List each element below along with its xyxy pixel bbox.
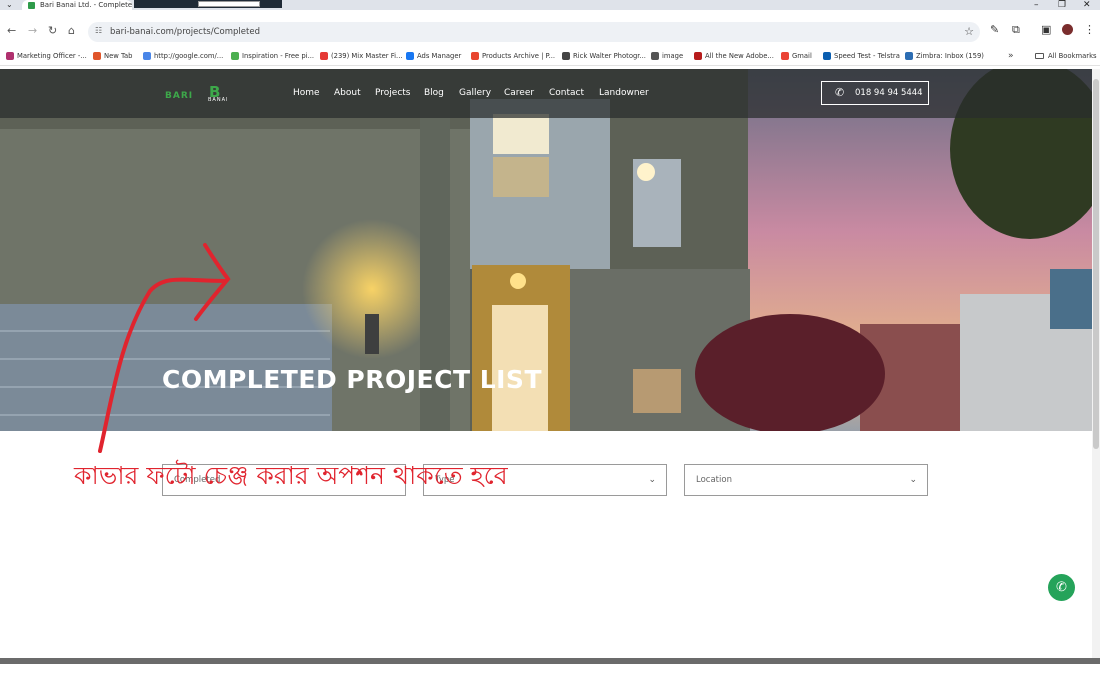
- bookmark-star-icon[interactable]: ☆: [964, 22, 974, 42]
- chevron-down-icon: ⌄: [909, 475, 917, 485]
- bookmark-label: Rick Walter Photogr...: [573, 52, 646, 60]
- bookmark-item[interactable]: image: [651, 50, 683, 62]
- bookmarks-bar: Marketing Officer -... New Tab http://goog…: [0, 47, 1100, 66]
- profile-avatar[interactable]: [1062, 24, 1073, 35]
- active-tab[interactable]: Bari Banai Ltd. - Completed Pr: [22, 0, 132, 10]
- bookmark-item[interactable]: Rick Walter Photogr...: [562, 50, 646, 62]
- bookmark-item[interactable]: http://google.com/...: [143, 50, 223, 62]
- site-navbar: BARI B BANAI Home About Projects Blog Ga…: [0, 69, 1092, 118]
- overlay-toolbar: [134, 0, 282, 8]
- page-scrollbar[interactable]: [1092, 69, 1100, 658]
- logo-subtext: BANAI: [208, 97, 229, 103]
- bookmark-item[interactable]: Speed Test - Telstra: [823, 50, 900, 62]
- bookmark-favicon-icon: [905, 52, 913, 60]
- bookmark-item[interactable]: Products Archive | P...: [471, 50, 555, 62]
- bookmark-label: (239) Mix Master Fi...: [331, 52, 403, 60]
- bookmark-label: Ads Manager: [417, 52, 462, 60]
- site-logo[interactable]: BARI B BANAI: [165, 83, 237, 103]
- logo-text: BARI: [165, 91, 194, 101]
- bookmark-item[interactable]: All the New Adobe...: [694, 50, 774, 62]
- home-icon[interactable]: ⌂: [68, 24, 75, 38]
- pen-extension-icon[interactable]: ✎: [990, 23, 999, 37]
- phone-button[interactable]: ✆ 018 94 94 5444: [821, 81, 929, 105]
- bookmark-item[interactable]: Gmail: [781, 50, 812, 62]
- all-bookmarks-button[interactable]: All Bookmarks: [1035, 50, 1097, 62]
- bookmark-item[interactable]: (239) Mix Master Fi...: [320, 50, 403, 62]
- bookmark-favicon-icon: [231, 52, 239, 60]
- overlay-input[interactable]: [198, 1, 260, 7]
- page-viewport: BARI B BANAI Home About Projects Blog Ga…: [0, 69, 1092, 658]
- bookmark-favicon-icon: [320, 52, 328, 60]
- bookmark-favicon-icon: [6, 52, 14, 60]
- restore-icon[interactable]: ❐: [1058, 0, 1066, 10]
- bookmark-item[interactable]: Inspiration - Free pi...: [231, 50, 314, 62]
- nav-career[interactable]: Career: [504, 86, 534, 100]
- nav-landowner[interactable]: Landowner: [599, 86, 649, 100]
- bookmark-favicon-icon: [93, 52, 101, 60]
- minimize-icon[interactable]: –: [1034, 0, 1039, 10]
- bookmark-favicon-icon: [823, 52, 831, 60]
- folder-icon: [1035, 53, 1044, 59]
- tab-title: Bari Banai Ltd. - Completed Pr: [40, 1, 132, 9]
- bookmark-item[interactable]: Ads Manager: [406, 50, 461, 62]
- address-bar-row: ← → ↻ ⌂ ☷ bari-banai.com/projects/Comple…: [0, 19, 1100, 45]
- reload-icon[interactable]: ↻: [48, 24, 57, 38]
- bookmark-label: All the New Adobe...: [705, 52, 774, 60]
- phone-icon: ✆: [835, 86, 845, 99]
- bookmark-label: Inspiration - Free pi...: [242, 52, 315, 60]
- side-panel-icon[interactable]: ▣: [1041, 23, 1051, 37]
- site-info-icon[interactable]: ☷: [95, 27, 103, 35]
- bookmark-favicon-icon: [143, 52, 151, 60]
- nav-projects[interactable]: Projects: [375, 86, 410, 100]
- location-select[interactable]: Location ⌄: [684, 464, 928, 496]
- bookmarks-more-icon[interactable]: »: [1008, 50, 1014, 62]
- url-text[interactable]: bari-banai.com/projects/Completed: [110, 22, 260, 42]
- tab-favicon-icon: [28, 2, 35, 9]
- phone-number: 018 94 94 5444: [855, 88, 923, 98]
- bookmark-label: New Tab: [104, 52, 133, 60]
- bookmark-item[interactable]: Marketing Officer -...: [6, 50, 87, 62]
- menu-kebab-icon[interactable]: ⋮: [1084, 23, 1095, 37]
- nav-home[interactable]: Home: [293, 86, 320, 100]
- bookmark-favicon-icon: [651, 52, 659, 60]
- nav-contact[interactable]: Contact: [549, 86, 584, 100]
- bookmark-favicon-icon: [694, 52, 702, 60]
- bookmark-favicon-icon: [781, 52, 789, 60]
- omnibox[interactable]: ☷ bari-banai.com/projects/Completed ☆: [88, 22, 980, 42]
- nav-about[interactable]: About: [334, 86, 361, 100]
- bookmark-label: http://google.com/...: [154, 52, 224, 60]
- annotation-note: কাভার ফটো চেঞ্জ করার অপশন থাকতে হবে: [74, 461, 508, 490]
- bookmark-label: Marketing Officer -...: [17, 52, 87, 60]
- nav-blog[interactable]: Blog: [424, 86, 444, 100]
- bookmark-item[interactable]: Zimbra: Inbox (159): [905, 50, 984, 62]
- nav-gallery[interactable]: Gallery: [459, 86, 491, 100]
- hero-banner: BARI B BANAI Home About Projects Blog Ga…: [0, 69, 1092, 431]
- bookmark-item[interactable]: New Tab: [93, 50, 133, 62]
- location-select-value: Location: [696, 475, 732, 485]
- extensions-icon[interactable]: ⧉: [1012, 23, 1020, 37]
- tab-strip: ⌄ Bari Banai Ltd. - Completed Pr – ❐ ✕: [0, 0, 1100, 10]
- all-bookmarks-label: All Bookmarks: [1048, 52, 1097, 60]
- bookmark-favicon-icon: [562, 52, 570, 60]
- chevron-down-icon: ⌄: [648, 475, 656, 485]
- scrollbar-thumb[interactable]: [1093, 79, 1099, 449]
- window-bottom-edge: [0, 658, 1100, 664]
- bookmark-label: Zimbra: Inbox (159): [916, 52, 984, 60]
- bookmark-label: Products Archive | P...: [482, 52, 556, 60]
- bookmark-favicon-icon: [471, 52, 479, 60]
- bookmark-label: Speed Test - Telstra: [834, 52, 900, 60]
- forward-icon[interactable]: →: [28, 24, 37, 38]
- back-icon[interactable]: ←: [7, 24, 16, 38]
- bookmark-favicon-icon: [406, 52, 414, 60]
- hero-title: COMPLETED PROJECT LIST: [162, 365, 542, 394]
- bookmark-label: image: [662, 52, 684, 60]
- whatsapp-icon[interactable]: ✆: [1048, 574, 1075, 601]
- tab-search-chevron-icon[interactable]: ⌄: [6, 0, 13, 10]
- bookmark-label: Gmail: [792, 52, 812, 60]
- close-window-icon[interactable]: ✕: [1083, 0, 1091, 10]
